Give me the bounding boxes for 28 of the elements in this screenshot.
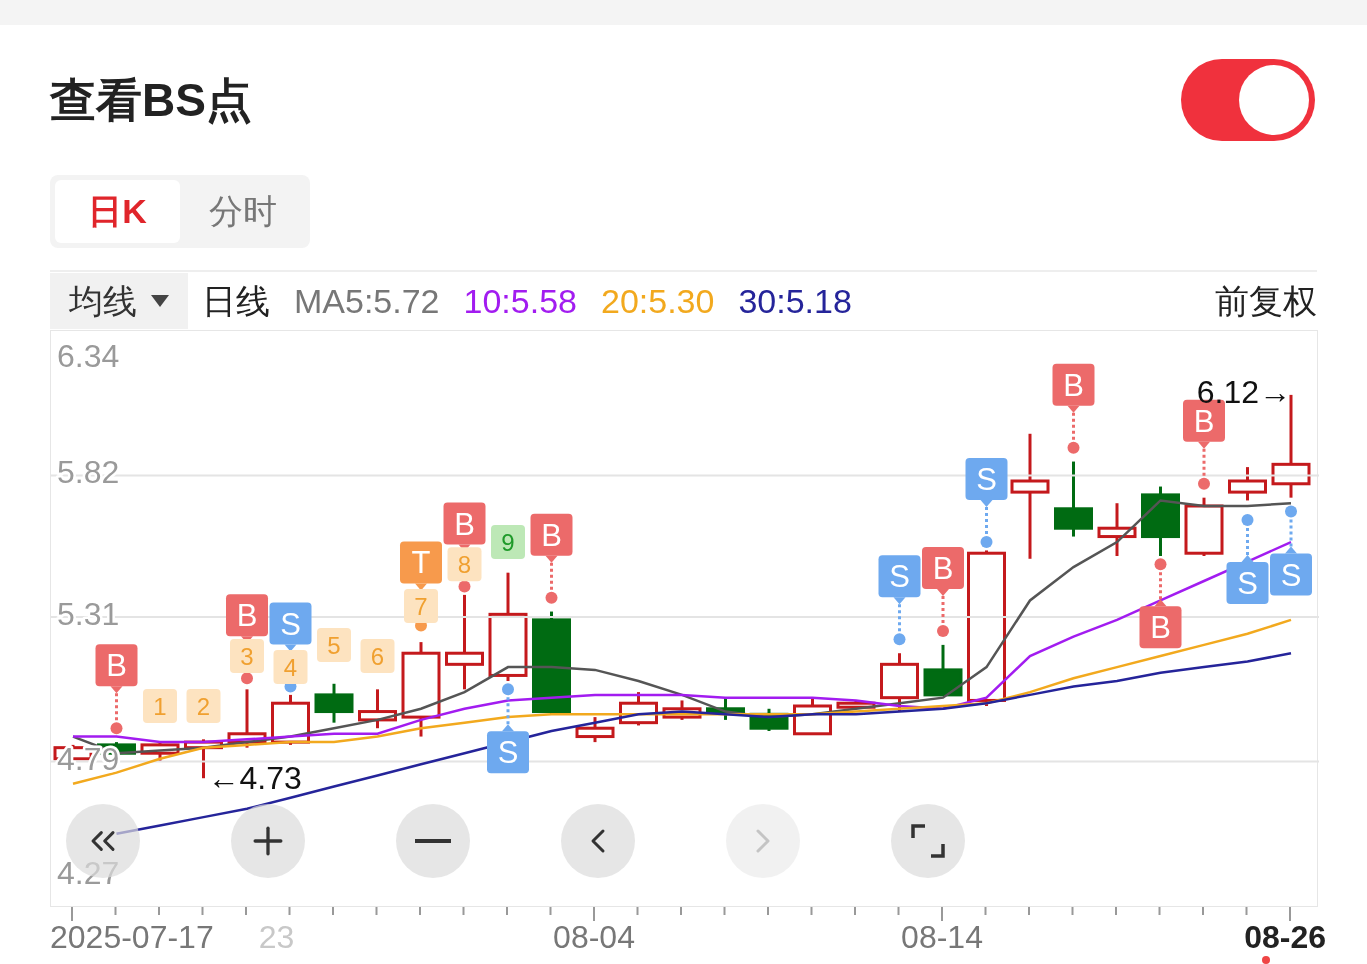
count-tag: 5 (317, 627, 351, 662)
count-tag: 7 (404, 589, 438, 623)
legend-item: 10:5.58 (463, 280, 577, 322)
y-axis-label: 5.82 (57, 454, 120, 491)
page-title: 查看BS点 (50, 72, 252, 128)
x-axis-label: 08-04 (553, 921, 635, 953)
x-axis-label: 08-26 (1244, 921, 1326, 953)
legend-item: 日线 (202, 280, 270, 322)
count-tag: 1 (143, 689, 177, 723)
price-adjustment-label: 前复权 (1215, 280, 1317, 322)
chart-tab[interactable]: 日K (55, 180, 180, 243)
y-axis-label: 4.27 (57, 855, 120, 891)
count-tag: 8 (447, 547, 482, 582)
y-axis-label: 5.31 (57, 596, 120, 633)
count-tag: 3 (230, 639, 264, 673)
indicator-dropdown[interactable]: 均线 (50, 273, 188, 329)
legend-item: 20:5.30 (601, 280, 715, 322)
legend-item: 30:5.18 (738, 280, 852, 322)
x-axis-label: 08-14 (901, 921, 983, 953)
chart-tab[interactable]: 分时 (180, 180, 305, 243)
count-tag: 6 (360, 639, 395, 673)
y-axis-label: 6.34 (57, 338, 120, 374)
x-axis-label: 2025-07-17 (50, 921, 214, 953)
count-tag: 4 (273, 650, 308, 685)
count-tag: 9 (491, 525, 525, 560)
legend-item: MA5:5.72 (294, 280, 440, 322)
count-tag: 2 (186, 689, 221, 723)
price-low-label: ←4.73 (207, 760, 302, 797)
